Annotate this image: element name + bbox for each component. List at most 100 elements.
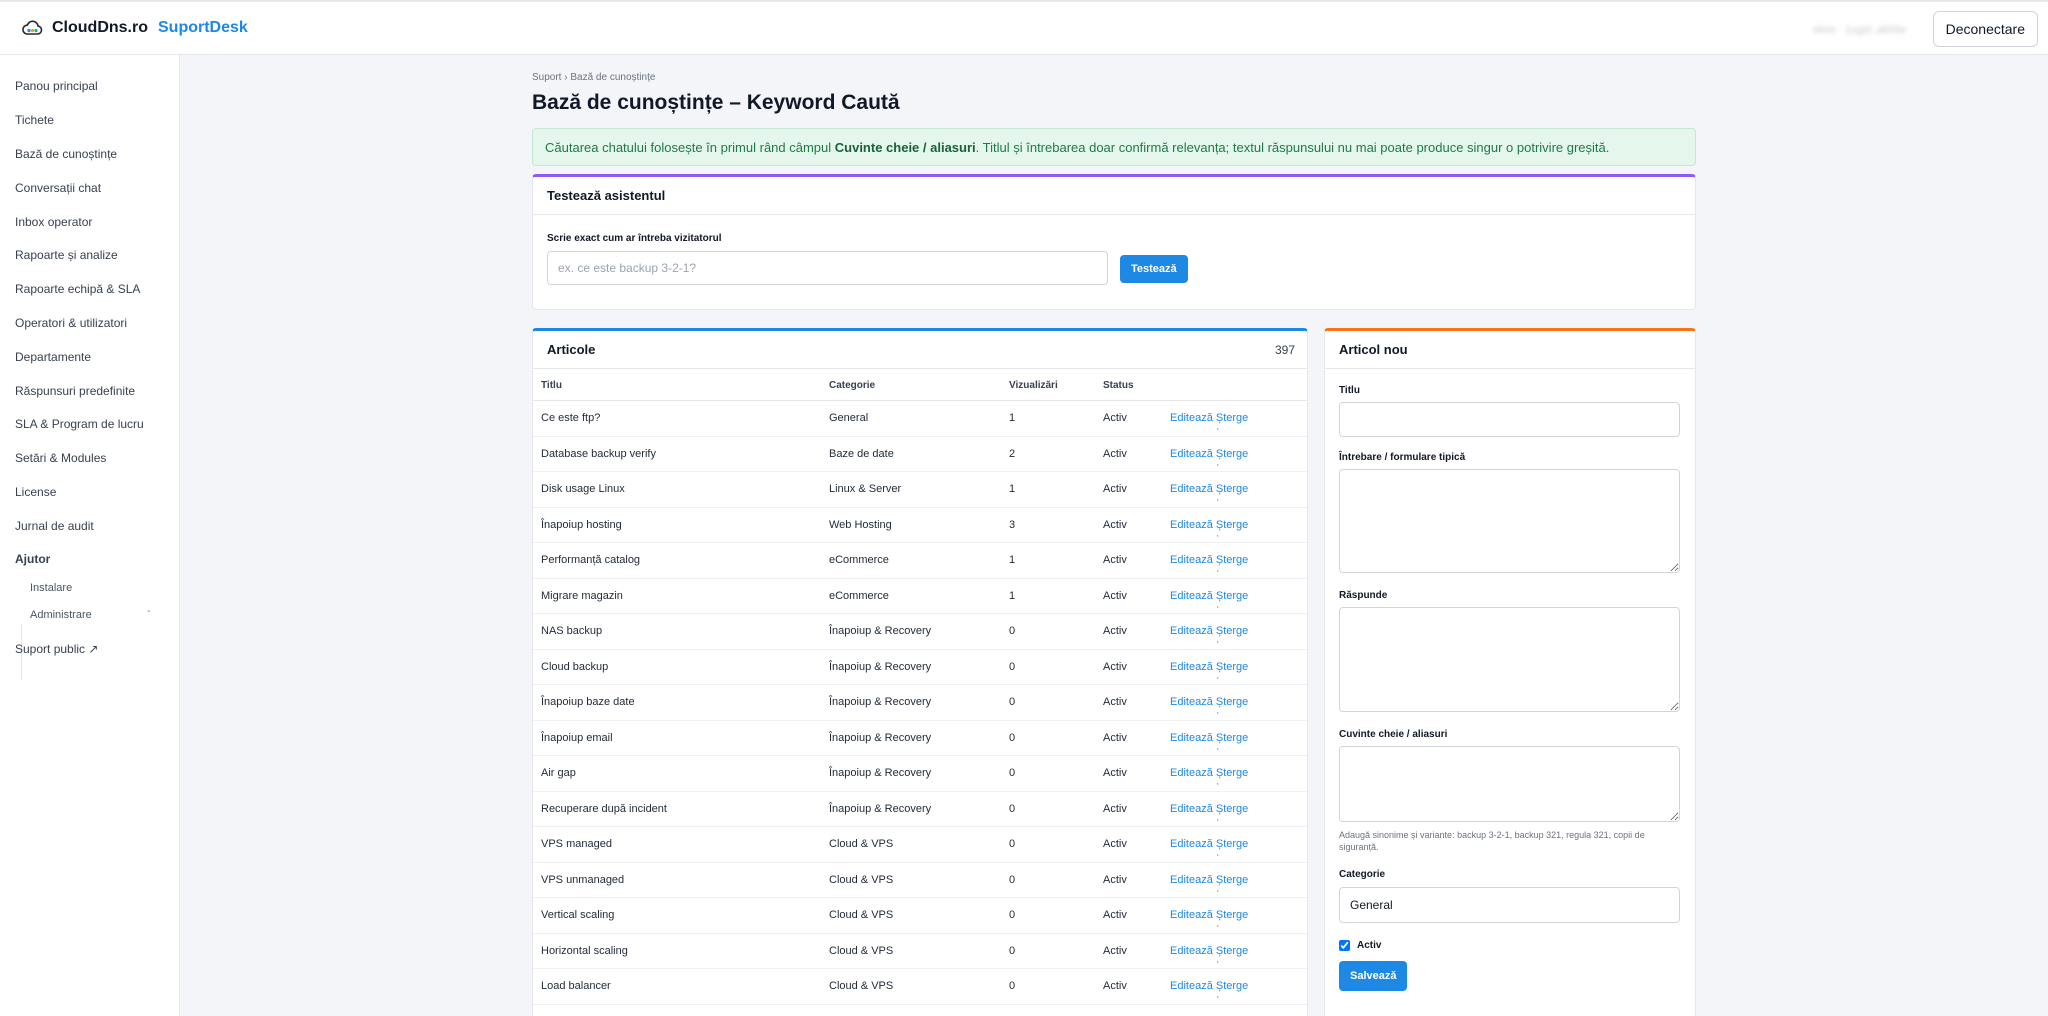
edit-link[interactable]: Editează: [1170, 732, 1213, 744]
table-row: Cloud backup Înapoiup & Recovery 0 Activ Edi…: [533, 650, 1307, 685]
edit-link[interactable]: Editează: [1170, 909, 1213, 921]
info-banner: Căutarea chatului folosește în primul râ…: [532, 128, 1696, 166]
brand[interactable]: CloudDns.ro SuportDesk: [20, 16, 248, 40]
action-separator: ·: [1215, 813, 1220, 826]
column-header-views[interactable]: Vizualizări: [1009, 380, 1058, 391]
row-category: eCommerce: [829, 589, 889, 602]
row-views: 0: [1009, 944, 1016, 957]
delete-link[interactable]: Șterge: [1216, 980, 1248, 992]
sidebar-item-help[interactable]: Ajutor: [15, 552, 50, 566]
category-select[interactable]: General: [1339, 887, 1680, 923]
current-user: elvis · 1ugsl..abhlw: [1813, 24, 1906, 36]
delete-link[interactable]: Șterge: [1216, 590, 1248, 602]
delete-link[interactable]: Șterge: [1216, 448, 1248, 460]
edit-link[interactable]: Editează: [1170, 554, 1213, 566]
sidebar-item-dashboard[interactable]: Panou principal: [15, 79, 98, 93]
action-separator: ·: [1215, 707, 1220, 719]
question-textarea[interactable]: [1339, 469, 1680, 573]
collapse-icon[interactable]: -: [147, 606, 150, 617]
delete-link[interactable]: Șterge: [1216, 661, 1248, 673]
answer-textarea[interactable]: [1339, 607, 1680, 712]
row-title: Disk usage Linux: [541, 483, 625, 495]
new-article-card: Articol nou Titlu Întrebare / formulare …: [1324, 328, 1696, 1016]
active-checkbox[interactable]: [1339, 940, 1350, 951]
sidebar-item-canned-responses[interactable]: Răspunsuri predefinite: [15, 384, 135, 398]
edit-link[interactable]: Editează: [1170, 803, 1213, 815]
sidebar-item-public-support[interactable]: Suport public ↗: [15, 642, 98, 656]
test-query-input[interactable]: [547, 251, 1108, 285]
row-views: 0: [1009, 625, 1016, 637]
sidebar-item-departments[interactable]: Departamente: [15, 350, 91, 364]
edit-link[interactable]: Editează: [1170, 945, 1213, 957]
delete-link[interactable]: Șterge: [1216, 732, 1248, 744]
table-row: Vertical scaling Cloud & VPS 0 Activ Editeaz…: [533, 898, 1307, 934]
action-separator: ·: [1215, 671, 1220, 684]
delete-link[interactable]: Șterge: [1216, 554, 1248, 566]
edit-link[interactable]: Editează: [1170, 519, 1213, 531]
delete-link[interactable]: Șterge: [1216, 838, 1248, 850]
edit-link[interactable]: Editează: [1170, 483, 1213, 495]
row-category: Înapoiup & Recovery: [829, 802, 932, 815]
sidebar-item-knowledge-base[interactable]: Bază de cunoștințe: [15, 147, 117, 161]
delete-link[interactable]: Șterge: [1216, 519, 1248, 531]
row-actions: Editează · Șterge: [1170, 945, 1248, 968]
edit-link[interactable]: Editează: [1170, 980, 1213, 992]
delete-link[interactable]: Șterge: [1216, 696, 1248, 708]
edit-link[interactable]: Editează: [1170, 874, 1213, 886]
row-views: 1: [1009, 412, 1016, 424]
row-category: Înapoiup & Recovery: [829, 660, 932, 673]
save-button[interactable]: Salvează: [1339, 961, 1408, 991]
table-row: Ce este ftp? General 1 Activ Editează · Șter…: [533, 401, 1307, 437]
active-checkbox-label[interactable]: Activ: [1357, 940, 1381, 951]
sidebar-item-operators[interactable]: Operatori & utilizatori: [15, 316, 127, 330]
row-status: Activ: [1103, 838, 1127, 850]
sidebar-subitem-admin[interactable]: Administrare: [30, 609, 92, 621]
delete-link[interactable]: Șterge: [1216, 767, 1248, 779]
row-actions: Editează · Șterge: [1170, 980, 1248, 1003]
card-title: Articole: [547, 342, 596, 357]
breadcrumb[interactable]: Suport › Bază de cunoștințe: [532, 72, 1696, 83]
delete-link[interactable]: Șterge: [1216, 803, 1248, 815]
sidebar-item-chat-conversations[interactable]: Conversații chat: [15, 181, 101, 195]
sidebar-item-sla[interactable]: SLA & Program de lucru: [15, 417, 144, 431]
table-row: NAS backup Înapoiup & Recovery 0 Activ Edite…: [533, 614, 1307, 650]
edit-link[interactable]: Editează: [1170, 838, 1213, 850]
row-views: 0: [1009, 731, 1016, 744]
row-views: 0: [1009, 802, 1016, 815]
sidebar-item-audit-log[interactable]: Jurnal de audit: [15, 519, 94, 533]
edit-link[interactable]: Editează: [1170, 767, 1213, 779]
sidebar-item-license[interactable]: License: [15, 485, 56, 499]
column-header-title[interactable]: Titlu: [541, 380, 562, 391]
sidebar-item-team-reports[interactable]: Rapoarte echipă & SLA: [15, 282, 140, 296]
row-views: 2: [1009, 447, 1016, 460]
table-body: Ce este ftp? General 1 Activ Editează · Șter…: [533, 401, 1307, 1005]
row-actions: Editează · Șterge: [1170, 661, 1248, 684]
delete-link[interactable]: Șterge: [1216, 483, 1248, 495]
sidebar-item-reports[interactable]: Rapoarte și analize: [15, 248, 118, 262]
row-category: Cloud & VPS: [829, 838, 894, 850]
delete-link[interactable]: Șterge: [1216, 412, 1248, 424]
test-button[interactable]: Testează: [1120, 255, 1188, 283]
row-views: 1: [1009, 589, 1016, 602]
sidebar-item-operator-inbox[interactable]: Inbox operator: [15, 215, 92, 229]
logout-button[interactable]: Deconectare: [1932, 11, 2038, 47]
edit-link[interactable]: Editează: [1170, 412, 1213, 424]
column-header-category[interactable]: Categorie: [829, 380, 875, 391]
edit-link[interactable]: Editează: [1170, 696, 1213, 708]
keywords-textarea[interactable]: [1339, 746, 1680, 822]
row-actions: Editează · Șterge: [1170, 732, 1248, 755]
edit-link[interactable]: Editează: [1170, 625, 1213, 637]
edit-link[interactable]: Editează: [1170, 590, 1213, 602]
edit-link[interactable]: Editează: [1170, 661, 1213, 673]
delete-link[interactable]: Șterge: [1216, 909, 1248, 921]
edit-link[interactable]: Editează: [1170, 448, 1213, 460]
delete-link[interactable]: Șterge: [1216, 874, 1248, 886]
title-input[interactable]: [1339, 402, 1680, 437]
delete-link[interactable]: Șterge: [1216, 945, 1248, 957]
sidebar-subitem-install[interactable]: Instalare: [30, 582, 72, 594]
column-header-status[interactable]: Status: [1103, 380, 1134, 391]
delete-link[interactable]: Șterge: [1216, 625, 1248, 637]
row-category: General: [829, 412, 869, 424]
sidebar-item-settings[interactable]: Setări & Modules: [15, 451, 106, 465]
sidebar-item-tickets[interactable]: Tichete: [15, 113, 54, 127]
